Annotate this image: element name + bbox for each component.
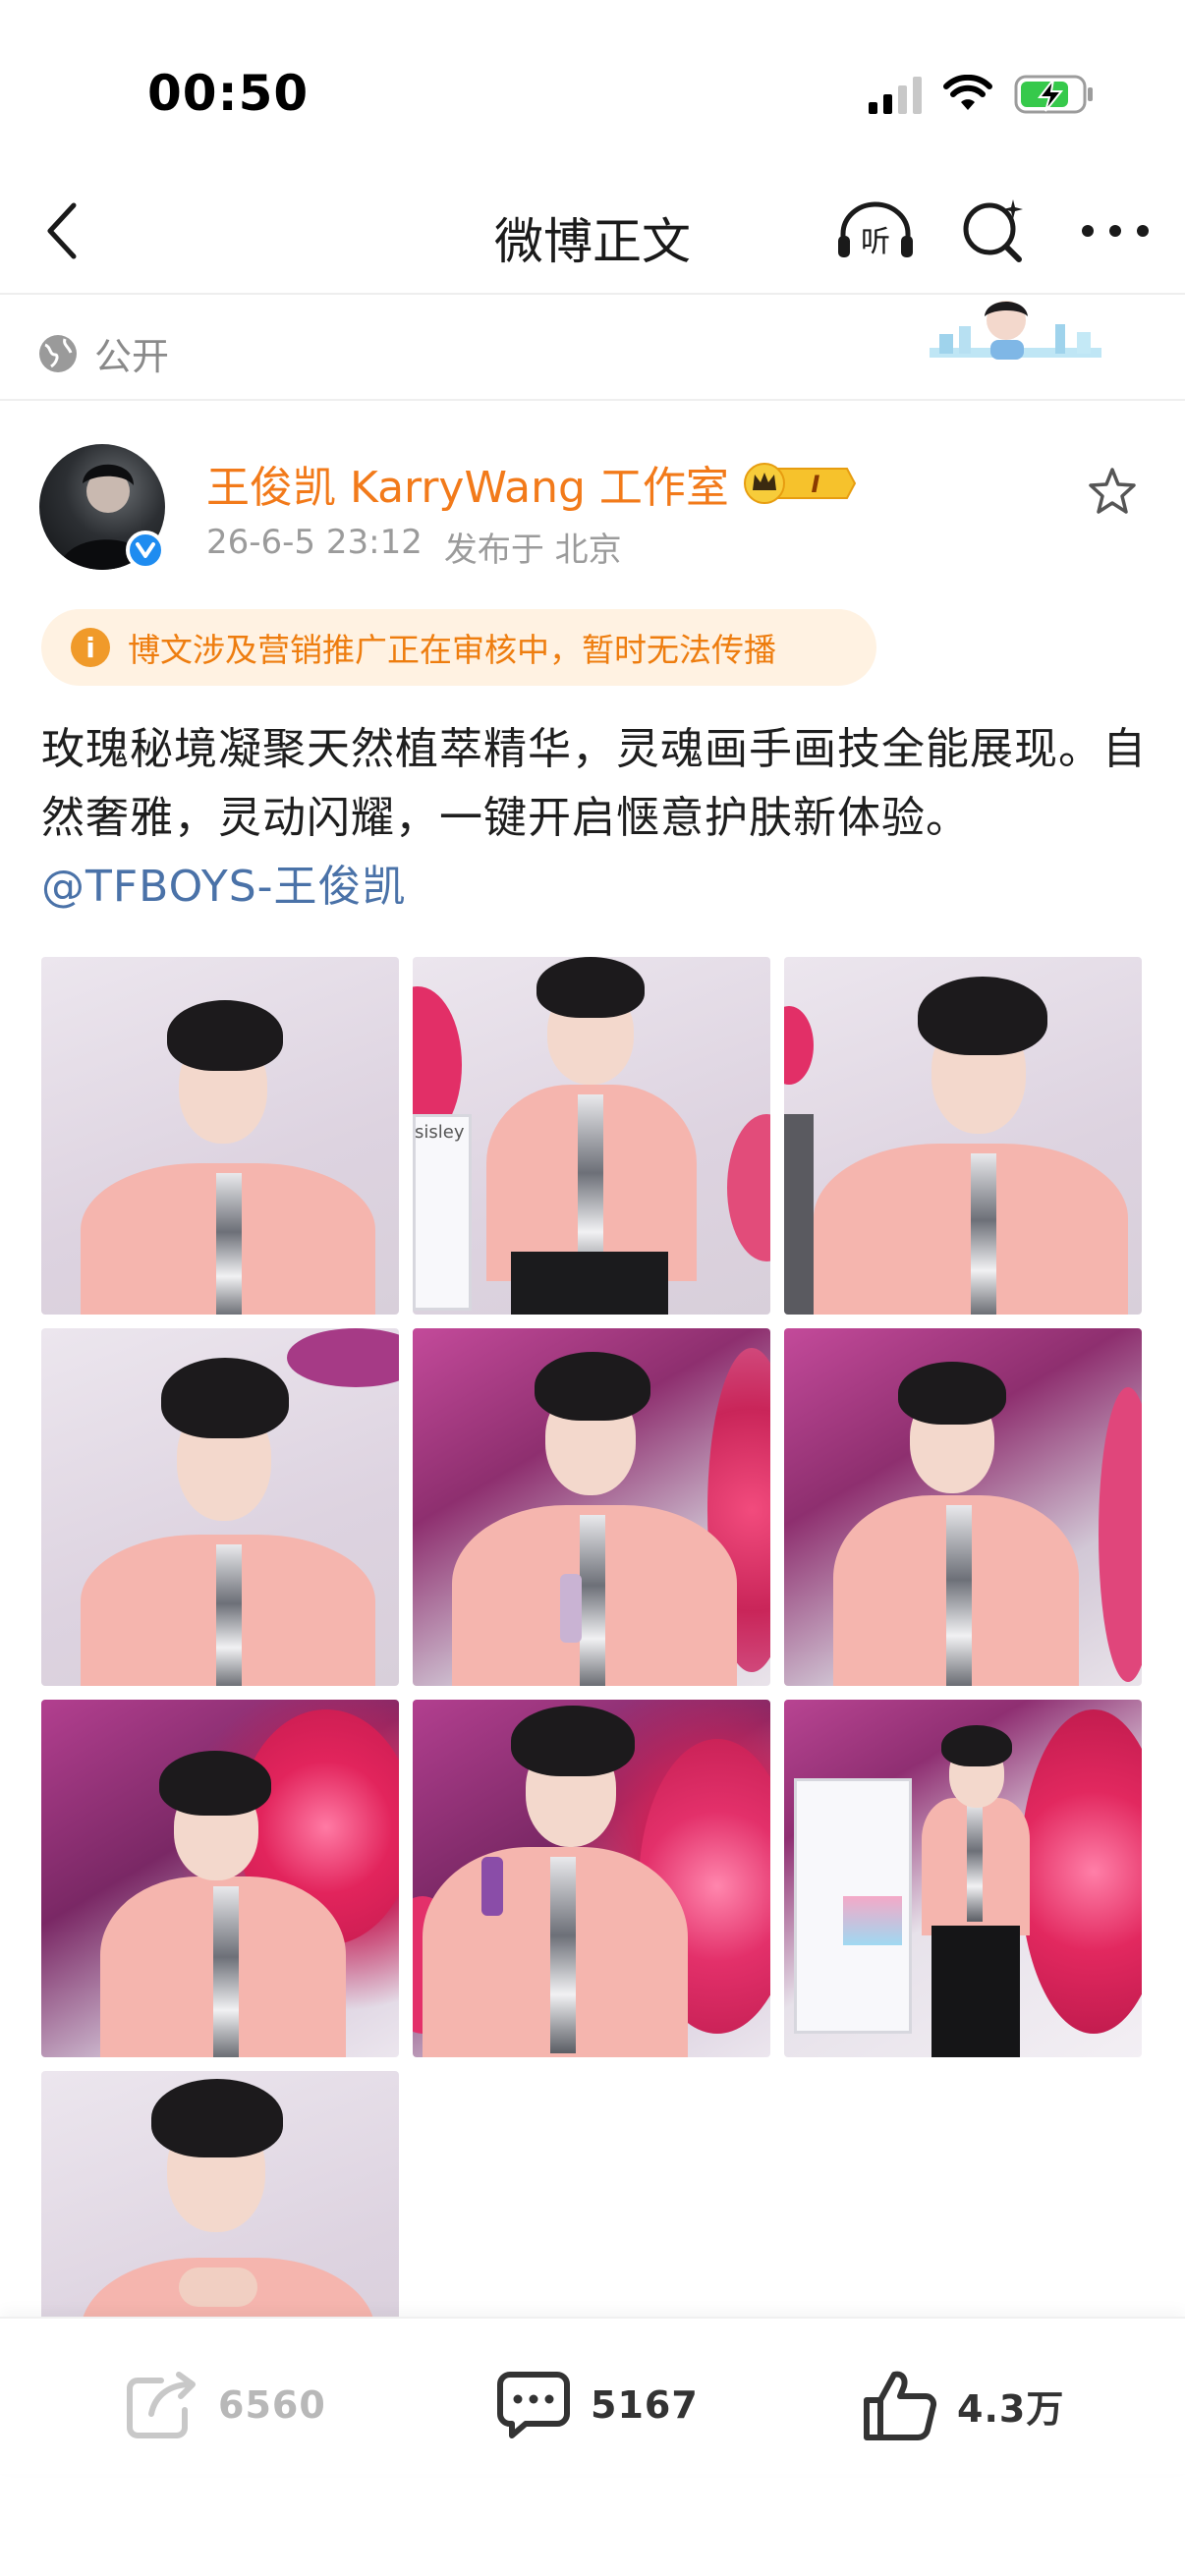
comment-count: 5167: [591, 2383, 699, 2427]
post-date: 26-6-5 23:12: [206, 523, 423, 562]
badge-level: I: [811, 471, 819, 498]
author-name[interactable]: 王俊凯 KarryWang 工作室: [206, 452, 729, 515]
post-text: 玫瑰秘境凝聚天然植萃精华，灵魂画手画技全能展现。自然奢雅，灵动闪耀，一键开启惬意…: [41, 715, 1152, 922]
photo-2[interactable]: sisley: [413, 957, 770, 1315]
photo-6[interactable]: [784, 1328, 1142, 1686]
wifi-icon: [943, 75, 992, 110]
cellular-signal-icon: [869, 75, 922, 114]
status-bar: 00:50: [0, 0, 1185, 167]
visibility-indicator: 公开: [37, 326, 169, 380]
photo-10[interactable]: [41, 2071, 399, 2319]
author-header: 王俊凯 KarryWang 工作室 I 26-6-5 23:12 发布于 北京: [0, 403, 1185, 599]
comment-icon: [497, 2372, 570, 2438]
photo-8[interactable]: [413, 1700, 770, 2057]
svg-text:听: 听: [861, 225, 890, 259]
info-icon: i: [71, 628, 110, 667]
battery-charging-icon: [1014, 75, 1093, 114]
photo-1[interactable]: [41, 957, 399, 1315]
author-meta: 26-6-5 23:12 发布于 北京: [206, 523, 622, 571]
visibility-label: 公开: [94, 335, 170, 378]
headphones-listen-icon: 听: [838, 201, 913, 259]
action-bar: 6560 5167 4.3万: [0, 2317, 1185, 2474]
notice-text: 博文涉及营销推广正在审核中，暂时无法传播: [128, 631, 776, 669]
author-name-row: 王俊凯 KarryWang 工作室 I: [206, 452, 857, 515]
globe-icon: [39, 334, 77, 372]
like-button[interactable]: 4.3万: [863, 2366, 1064, 2444]
sisley-logo-text: sisley: [415, 1122, 465, 1143]
star-icon: [1089, 468, 1136, 514]
search-button[interactable]: [955, 196, 1036, 265]
comment-button[interactable]: 5167: [496, 2366, 699, 2444]
image-grid: sisley: [41, 957, 1144, 2319]
listen-button[interactable]: 听: [835, 196, 916, 265]
post-location: 发布于 北京: [443, 531, 622, 570]
share-icon: [127, 2372, 196, 2438]
more-dots-icon: [1082, 225, 1149, 237]
search-icon: [963, 199, 1023, 262]
share-count: 6560: [218, 2383, 326, 2427]
nav-bar: 微博正文 听: [0, 167, 1185, 295]
photo-7[interactable]: [41, 1700, 399, 2057]
favorite-button[interactable]: [1083, 462, 1142, 521]
photo-9[interactable]: [784, 1700, 1142, 2057]
share-button[interactable]: 6560: [126, 2366, 326, 2444]
verified-badge-icon: [126, 531, 165, 570]
thumbs-up-icon: [864, 2371, 937, 2440]
nav-actions: 听: [835, 196, 1156, 265]
status-icons: [869, 69, 1095, 120]
photo-4[interactable]: [41, 1328, 399, 1686]
decorative-banner-image: [930, 301, 1101, 360]
status-time: 00:50: [147, 65, 310, 122]
photo-5[interactable]: [413, 1328, 770, 1686]
review-notice: i 博文涉及营销推广正在审核中，暂时无法传播: [41, 609, 876, 686]
photo-3[interactable]: [784, 957, 1142, 1315]
vip-crown-badge-icon[interactable]: I: [743, 461, 857, 506]
more-button[interactable]: [1075, 196, 1156, 265]
post-body: 玫瑰秘境凝聚天然植萃精华，灵魂画手画技全能展现。自然奢雅，灵动闪耀，一键开启惬意…: [41, 724, 1147, 843]
like-count: 4.3万: [957, 2386, 1065, 2431]
mention-link[interactable]: @TFBOYS-王俊凯: [41, 862, 407, 912]
visibility-row: 公开: [0, 297, 1185, 401]
